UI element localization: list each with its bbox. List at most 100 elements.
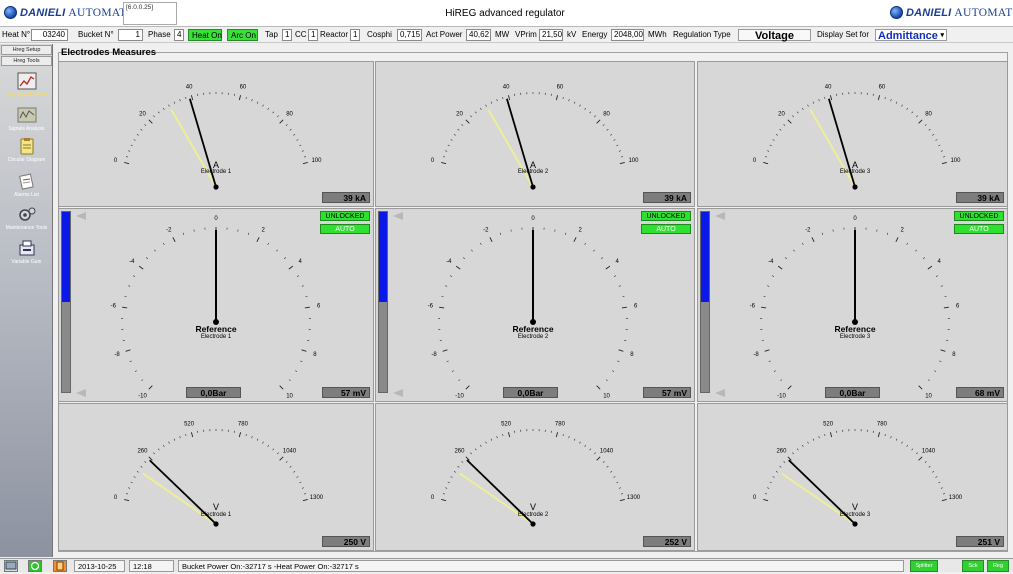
- major-tick: [574, 237, 576, 241]
- minor-tick: [302, 488, 304, 489]
- minor-tick: [448, 145, 450, 146]
- minor-tick: [252, 99, 253, 101]
- major-tick: [941, 350, 946, 352]
- sidebar-item-alarms-list[interactable]: Alarms List: [0, 172, 53, 198]
- arc-on-indicator: Arc On: [227, 29, 258, 41]
- tick-label: -2: [483, 227, 489, 233]
- major-tick: [303, 162, 308, 163]
- tick-label: 80: [286, 111, 293, 117]
- tick-label: 260: [454, 448, 465, 454]
- minor-tick: [916, 116, 917, 118]
- minor-tick: [462, 124, 464, 125]
- minor-tick: [154, 250, 155, 252]
- minor-tick: [593, 250, 594, 252]
- major-tick: [466, 120, 470, 124]
- gauge-dial: 026052078010401300: [698, 404, 1008, 551]
- minor-tick: [185, 97, 186, 99]
- minor-tick: [594, 116, 595, 118]
- major-tick: [441, 162, 446, 163]
- refresh-icon[interactable]: [28, 560, 42, 572]
- tick-label: 520: [501, 422, 512, 428]
- sidebar-item-circular-diagram[interactable]: Circular Diagram: [0, 137, 53, 163]
- minor-tick: [616, 482, 618, 483]
- sidebar-item-maintenance-tools[interactable]: Maintenance Tools: [0, 205, 53, 231]
- sidebar-item-high-speed-trends[interactable]: High Speed Trends: [0, 72, 53, 98]
- major-tick: [761, 307, 766, 308]
- minor-tick: [442, 296, 444, 297]
- minor-tick: [169, 442, 170, 444]
- minor-tick: [617, 361, 619, 362]
- major-tick: [788, 120, 792, 124]
- tick-label: 780: [877, 422, 888, 428]
- tick-label: 520: [184, 422, 195, 428]
- major-tick: [303, 499, 308, 500]
- minor-tick: [780, 380, 782, 381]
- tick-label: 0: [753, 495, 757, 501]
- gauge-electrode-label: Electrode 1: [186, 512, 246, 518]
- circular-diagram-icon: [17, 137, 37, 155]
- major-tick: [173, 237, 175, 241]
- chevron-down-icon[interactable]: ▾: [940, 30, 944, 42]
- minor-tick: [808, 442, 809, 444]
- voltage-readout: 252 V: [643, 536, 691, 547]
- major-tick: [942, 162, 947, 163]
- minor-tick: [126, 493, 128, 494]
- gauge-dial: 020406080100: [376, 62, 695, 207]
- minor-tick: [497, 99, 498, 101]
- phase-field: 4: [174, 29, 184, 41]
- tick-label: 0: [753, 158, 757, 164]
- minor-tick: [163, 243, 164, 245]
- minor-tick: [133, 276, 135, 277]
- major-tick: [257, 237, 259, 241]
- minor-tick: [284, 258, 285, 259]
- hreg-tools-button[interactable]: Hreg Tools: [1, 56, 52, 66]
- sidebar-item-signals-analysis[interactable]: Signals Analysis: [0, 106, 53, 132]
- minor-tick: [304, 493, 306, 494]
- cosphi-field: 0,715: [397, 29, 422, 41]
- major-tick: [622, 307, 627, 308]
- minor-tick: [767, 286, 769, 287]
- minor-tick: [616, 145, 618, 146]
- hreg-setup-button[interactable]: Hreg Setup: [1, 45, 52, 55]
- signals-icon: [17, 106, 37, 124]
- minor-tick: [470, 453, 471, 455]
- minor-tick: [813, 439, 814, 441]
- minor-tick: [764, 296, 766, 297]
- minor-tick: [585, 445, 586, 447]
- voltage-gauge-panel: 026052078010401300VElectrode 1250 V: [58, 403, 374, 551]
- minor-tick: [158, 112, 159, 114]
- sidebar-item-variable-gain[interactable]: Variable Gain: [0, 239, 53, 265]
- reference-gauge-panel: -10-8-6-4-20246810ReferenceElectrode 2UN…: [375, 208, 695, 402]
- process-info-bar: Heat N° 03240 Bucket N° 1 Phase 4 Heat O…: [0, 28, 1013, 43]
- tick-label: 0: [853, 216, 857, 222]
- display-icon[interactable]: [4, 560, 18, 572]
- bucket-number-field: 1: [118, 29, 143, 41]
- minor-tick: [765, 156, 767, 157]
- needle-hub: [213, 184, 218, 189]
- major-tick: [919, 457, 923, 461]
- bucket-label: Bucket N°: [78, 29, 114, 41]
- minor-tick: [603, 124, 605, 125]
- reference-needle: [489, 110, 534, 187]
- minor-tick: [780, 129, 782, 130]
- exit-icon[interactable]: [53, 560, 67, 572]
- tick-label: 4: [298, 259, 302, 265]
- current-gauge-panel: 020406080100AElectrode 239 kA: [375, 61, 695, 207]
- minor-tick: [470, 116, 471, 118]
- minor-tick: [765, 493, 767, 494]
- major-tick: [944, 307, 949, 308]
- minor-tick: [276, 250, 277, 252]
- pressure-readout: 0,0Bar: [186, 387, 241, 398]
- gauge-electrode-label: Electrode 3: [825, 512, 885, 518]
- major-tick: [508, 432, 509, 437]
- minor-tick: [153, 453, 154, 455]
- reference-readout: 57 mV: [643, 387, 691, 398]
- minor-tick: [929, 129, 931, 130]
- display-set-select[interactable]: Admittance ▾: [875, 29, 947, 41]
- auto-mode-badge: AUTO: [320, 224, 370, 234]
- minor-tick: [277, 453, 278, 455]
- minor-tick: [824, 97, 825, 99]
- minor-tick: [277, 116, 278, 118]
- major-tick: [763, 162, 768, 163]
- tick-label: 20: [456, 111, 463, 117]
